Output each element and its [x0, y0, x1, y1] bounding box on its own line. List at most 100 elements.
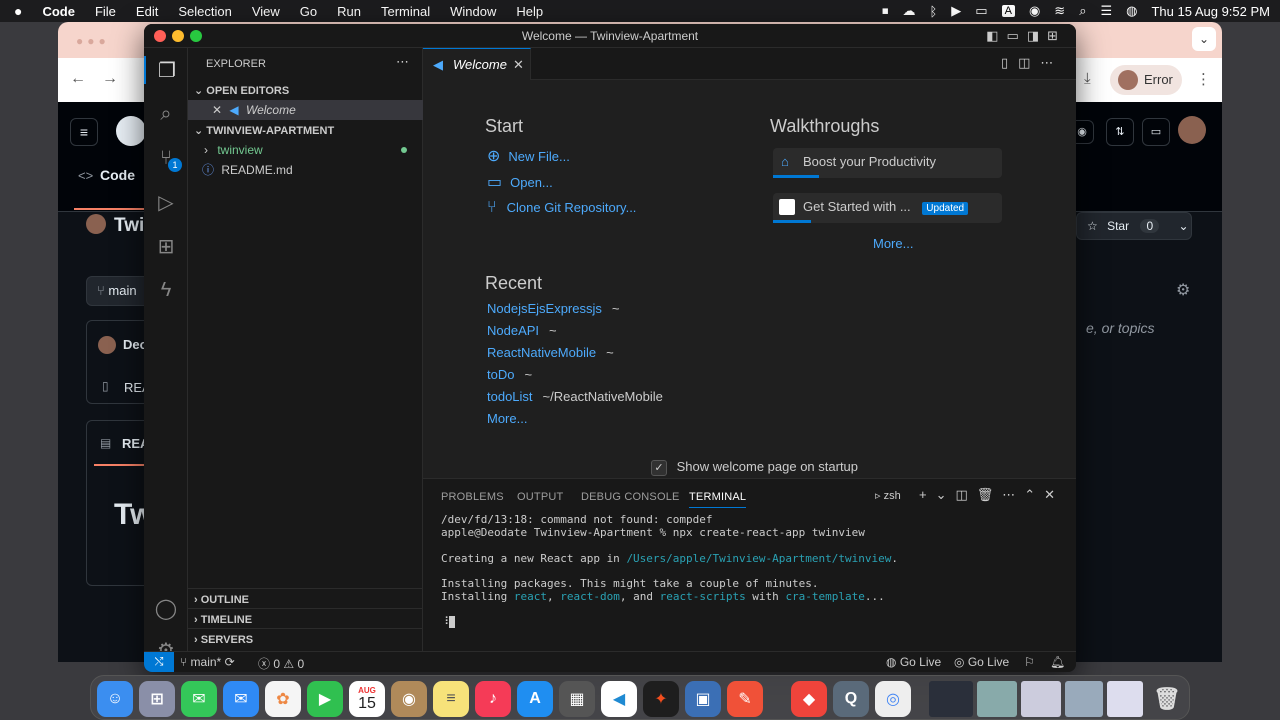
- notifications-bell-icon[interactable]: 🔔︎: [1050, 655, 1065, 669]
- tableplus-icon[interactable]: ▣: [685, 681, 721, 717]
- app-menu[interactable]: Code: [42, 4, 75, 19]
- minimize-window-button[interactable]: [172, 30, 184, 42]
- recent-item[interactable]: ReactNativeMobile ~: [487, 345, 614, 360]
- wifi-icon[interactable]: ≋: [1054, 3, 1065, 19]
- messages-icon[interactable]: ✉: [181, 681, 217, 717]
- photos-icon[interactable]: ✿: [265, 681, 301, 717]
- menu-view[interactable]: View: [252, 4, 280, 19]
- go-live-button-2[interactable]: ◎ Go Live: [954, 655, 1009, 669]
- servers-section[interactable]: › SERVERS: [188, 628, 423, 648]
- tab-list-button[interactable]: ⌄: [1192, 27, 1216, 51]
- profile-error-button[interactable]: Error: [1110, 65, 1182, 95]
- swift-playgrounds-icon[interactable]: ✎: [727, 681, 763, 717]
- app-store-icon[interactable]: A: [517, 681, 553, 717]
- extensions-icon[interactable]: ⊞: [152, 232, 180, 260]
- hamburger-icon[interactable]: ≡: [70, 118, 98, 146]
- download-icon[interactable]: ⤓: [1084, 70, 1091, 87]
- outline-section[interactable]: › OUTLINE: [188, 588, 423, 608]
- back-icon[interactable]: ←: [70, 70, 86, 88]
- recent-window-thumbnail[interactable]: [1107, 681, 1143, 717]
- accounts-icon[interactable]: ◯: [152, 594, 180, 622]
- terminal-cursor[interactable]: [449, 616, 456, 628]
- source-control-icon[interactable]: ⑂ 1: [152, 144, 182, 172]
- recent-window-thumbnail[interactable]: [977, 681, 1017, 717]
- recent-window-thumbnail[interactable]: [1065, 681, 1103, 717]
- recent-window-thumbnail[interactable]: [1021, 681, 1061, 717]
- startup-checkbox-row[interactable]: ✓ Show welcome page on startup: [651, 459, 858, 476]
- finder-icon[interactable]: ☺: [97, 681, 133, 717]
- tree-item-folder[interactable]: › twinview: [188, 140, 423, 160]
- calendar-icon[interactable]: AUG 15: [349, 681, 385, 717]
- tab-debug-console[interactable]: DEBUG CONSOLE: [581, 491, 680, 503]
- tree-item-file[interactable]: ⓘ README.md: [188, 160, 423, 180]
- user-icon[interactable]: ◉: [1029, 3, 1040, 19]
- new-file-link[interactable]: ⊕ New File...: [487, 146, 570, 166]
- input-source-icon[interactable]: A: [1001, 5, 1015, 17]
- folder-section[interactable]: ⌄ TWINVIEW-APARTMENT: [188, 120, 423, 140]
- settings-gear-icon[interactable]: ⚙: [1176, 280, 1190, 300]
- recent-item[interactable]: NodeAPI ~: [487, 323, 557, 338]
- walkthroughs-more-link[interactable]: More...: [873, 236, 913, 251]
- siri-icon[interactable]: ◍: [1126, 3, 1137, 19]
- explorer-icon[interactable]: ❐: [144, 56, 188, 84]
- accounts-status-icon[interactable]: ⚐: [1024, 655, 1035, 669]
- inbox-icon[interactable]: ▭: [1142, 118, 1170, 146]
- repo-name[interactable]: Twi: [114, 215, 144, 237]
- cloud-icon[interactable]: ☁: [902, 3, 915, 19]
- panel-actions[interactable]: +⌄◫🗑⋯⌃✕: [919, 487, 1064, 503]
- menu-window[interactable]: Window: [450, 4, 496, 19]
- battery-icon[interactable]: ▭: [975, 3, 987, 19]
- anydesk-icon[interactable]: ◆: [791, 681, 827, 717]
- vscode-dock-icon[interactable]: ◀: [601, 681, 637, 717]
- run-debug-icon[interactable]: ▷: [152, 188, 180, 216]
- menubar-clock[interactable]: Thu 15 Aug 9:52 PM: [1151, 4, 1270, 19]
- tab-terminal[interactable]: TERMINAL: [689, 491, 747, 508]
- thunder-client-icon[interactable]: ϟ: [152, 276, 180, 304]
- zoom-window-button[interactable]: [190, 30, 202, 42]
- layout-controls[interactable]: ◧▭◨⊞: [986, 24, 1066, 48]
- recent-item[interactable]: todoList ~/ReactNativeMobile: [487, 389, 663, 404]
- github-logo-icon[interactable]: [116, 116, 146, 146]
- calculator-icon[interactable]: ▦: [559, 681, 595, 717]
- menu-terminal[interactable]: Terminal: [381, 4, 430, 19]
- clone-repo-link[interactable]: ⑂ Clone Git Repository...: [487, 199, 636, 217]
- menu-selection[interactable]: Selection: [178, 4, 231, 19]
- play-icon[interactable]: ▶: [951, 3, 961, 19]
- recent-window-thumbnail[interactable]: [929, 681, 973, 717]
- menu-file[interactable]: File: [95, 4, 116, 19]
- user-avatar[interactable]: [1178, 116, 1206, 144]
- menu-help[interactable]: Help: [516, 4, 543, 19]
- go-live-button[interactable]: ◍ Go Live: [886, 655, 941, 669]
- walkthrough-get-started[interactable]: Get Started with ... Updated: [773, 193, 1002, 223]
- open-link[interactable]: ▭ Open...: [487, 172, 553, 192]
- mail-icon[interactable]: ✉: [223, 681, 259, 717]
- code-tab-icon[interactable]: <>: [78, 168, 93, 183]
- tab-close-icon[interactable]: ✕: [513, 49, 524, 81]
- menu-edit[interactable]: Edit: [136, 4, 158, 19]
- chrome-icon[interactable]: ◎: [875, 681, 911, 717]
- bluetooth-icon[interactable]: ᛒ: [929, 4, 937, 19]
- terminal-shell[interactable]: ▹ zsh: [875, 489, 901, 502]
- facetime-icon[interactable]: ▶: [307, 681, 343, 717]
- quicktime-icon[interactable]: Q: [833, 681, 869, 717]
- music-icon[interactable]: ♪: [475, 681, 511, 717]
- tab-output[interactable]: OUTPUT: [517, 491, 563, 503]
- recent-item[interactable]: NodejsEjsExpressjs ~: [487, 301, 619, 316]
- control-center-icon[interactable]: ☰: [1100, 3, 1112, 19]
- trash-icon[interactable]: 🗑︎: [1149, 681, 1185, 717]
- star-button[interactable]: ☆ Star 0 ⌄: [1076, 212, 1192, 240]
- browser-menu-icon[interactable]: ⋮: [1196, 70, 1211, 88]
- recent-more-link[interactable]: More...: [487, 411, 527, 426]
- tab-welcome[interactable]: ◀ Welcome ✕: [423, 48, 531, 80]
- pull-requests-icon[interactable]: ⇅: [1106, 118, 1134, 146]
- open-editor-item[interactable]: ✕ ◀ Welcome: [188, 100, 423, 120]
- startup-checkbox[interactable]: ✓: [651, 460, 667, 476]
- stop-recording-icon[interactable]: ⏹: [882, 3, 889, 19]
- menu-go[interactable]: Go: [300, 4, 317, 19]
- menu-run[interactable]: Run: [337, 4, 361, 19]
- close-window-button[interactable]: [154, 30, 166, 42]
- launchpad-icon[interactable]: ⊞: [139, 681, 175, 717]
- recent-item[interactable]: toDo ~: [487, 367, 532, 382]
- editor-actions[interactable]: ▯◫⋯: [1001, 55, 1063, 71]
- code-tab[interactable]: Code: [100, 167, 135, 183]
